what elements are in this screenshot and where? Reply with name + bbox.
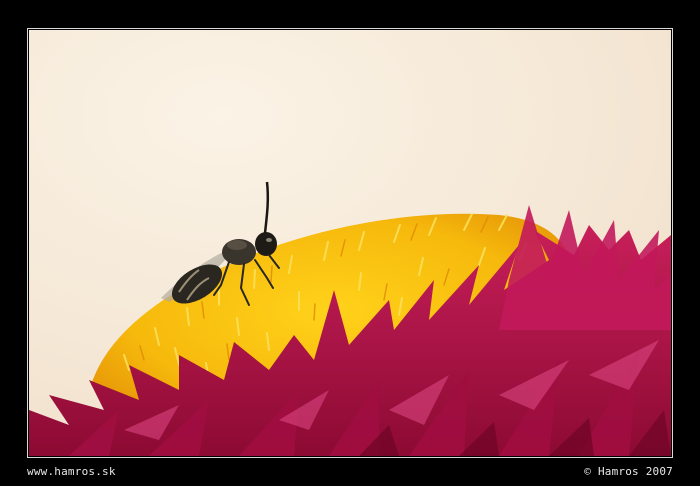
photo-frame: www.hamros.sk © Hamros 2007: [0, 0, 700, 486]
photograph: [29, 30, 671, 456]
bee-on-flower-photo: [29, 30, 671, 456]
website-caption: www.hamros.sk: [27, 465, 116, 478]
copyright-caption: © Hamros 2007: [584, 465, 673, 478]
